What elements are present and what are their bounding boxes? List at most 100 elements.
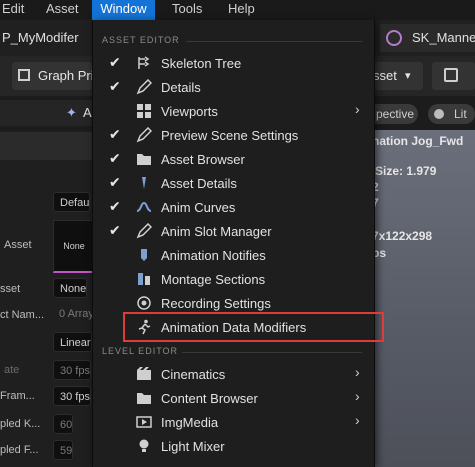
menu-item-label: ImgMedia xyxy=(161,415,219,430)
menu-item-label: Anim Slot Manager xyxy=(161,224,272,239)
save-icon xyxy=(444,68,458,82)
lit-sphere-icon xyxy=(434,109,444,119)
menu-item-cinematics[interactable]: Cinematics › xyxy=(93,362,372,386)
sampled-frames-field: 59 xyxy=(53,440,74,460)
section-divider xyxy=(182,352,362,353)
check-icon: ✔ xyxy=(109,54,121,70)
menubar: Edit Asset Window Tools Help xyxy=(0,0,475,20)
panel-tab-left[interactable]: ✦ A xyxy=(0,100,92,126)
menu-item-asset-details[interactable]: ✔ Asset Details xyxy=(93,171,372,195)
asset-thumbnail[interactable]: None xyxy=(53,220,95,273)
check-icon: ✔ xyxy=(109,174,121,190)
menu-item-label: Preview Scene Settings xyxy=(161,128,299,143)
tab-my-modifier[interactable]: P_MyModifer xyxy=(0,24,94,52)
check-icon: ✔ xyxy=(109,126,121,142)
menu-item-label: Asset Browser xyxy=(161,152,245,167)
notify-icon xyxy=(141,249,147,261)
menu-item-skeleton-tree[interactable]: ✔ Skeleton Tree xyxy=(93,51,372,75)
level-editor-section-label: LEVEL EDITOR xyxy=(102,346,179,356)
tab-sk-mannequin[interactable]: SK_Manne xyxy=(380,24,475,52)
folder-icon xyxy=(137,154,151,165)
check-icon: ✔ xyxy=(109,222,121,238)
run-icon: ✦ xyxy=(66,105,77,120)
highlight-box xyxy=(123,312,384,342)
asset-details-icon xyxy=(142,177,146,189)
array-count: 0 Array xyxy=(59,308,94,320)
size-text: Size: 1.979 xyxy=(375,164,437,178)
menu-tools[interactable]: Tools xyxy=(172,0,212,20)
menu-item-label: Details xyxy=(161,80,201,95)
menu-item-montage-sections[interactable]: Montage Sections xyxy=(93,267,372,291)
skeletal-mesh-icon xyxy=(386,30,402,46)
chevron-right-icon: › xyxy=(355,412,360,428)
section-divider xyxy=(186,41,362,42)
menu-item-label: Asset Details xyxy=(161,176,237,191)
menu-item-label: Cinematics xyxy=(161,367,226,382)
asset-editor-section-label: ASSET EDITOR xyxy=(102,35,180,45)
menu-item-details[interactable]: ✔ Details xyxy=(93,75,372,99)
menu-item-preview-scene-settings[interactable]: ✔ Preview Scene Settings xyxy=(93,123,372,147)
lit-button[interactable]: Lit xyxy=(428,104,475,124)
menu-item-label: Viewports xyxy=(161,104,218,119)
check-icon: ✔ xyxy=(109,198,121,214)
frame-rate-field[interactable]: 30 fps xyxy=(53,386,91,406)
asset-button-label: sset xyxy=(373,68,397,83)
asset-label: Asset xyxy=(4,239,32,251)
check-icon: ✔ xyxy=(109,78,121,94)
menu-item-light-mixer[interactable]: Light Mixer xyxy=(93,434,372,458)
sampled-keys-field: 60 xyxy=(53,414,74,434)
dims-text: 7x122x298 xyxy=(372,229,433,243)
curves-icon xyxy=(136,201,152,212)
menu-window[interactable]: Window xyxy=(92,0,155,20)
rate-field: 30 fps xyxy=(53,360,91,380)
chevron-down-icon: ▾ xyxy=(405,70,411,82)
object-names-label: ct Nam... xyxy=(0,309,45,321)
montage-icon xyxy=(138,273,150,285)
anim-name-text: nation Jog_Fwd xyxy=(372,134,464,148)
film-icon xyxy=(137,367,151,380)
chevron-right-icon: › xyxy=(355,364,360,380)
graph-button-label: Graph Pri xyxy=(38,68,94,83)
panel-tab-label: A xyxy=(83,105,92,120)
pencil-icon xyxy=(136,127,152,143)
menu-item-viewports[interactable]: Viewports › xyxy=(93,99,372,123)
details-header xyxy=(0,132,105,160)
check-icon: ✔ xyxy=(109,150,121,166)
lit-label: Lit xyxy=(454,107,467,121)
menu-item-label: Skeleton Tree xyxy=(161,56,242,71)
graph-icon xyxy=(18,69,30,81)
rate-label: ate xyxy=(4,364,20,376)
menu-item-imgmedia[interactable]: ImgMedia › xyxy=(93,410,372,434)
skeleton-tree-icon xyxy=(138,56,150,69)
folder-icon xyxy=(137,393,151,404)
menu-item-asset-browser[interactable]: ✔ Asset Browser xyxy=(93,147,372,171)
asset-dropdown-button[interactable]: sset ▾ xyxy=(373,62,423,90)
default-field[interactable]: Defau xyxy=(53,192,91,212)
sampled-frames-label: pled F... xyxy=(0,444,39,456)
chevron-right-icon: › xyxy=(355,101,360,117)
menu-asset[interactable]: Asset xyxy=(46,0,86,20)
menu-item-label: Montage Sections xyxy=(161,272,266,287)
sampled-keys-label: pled K... xyxy=(0,418,41,430)
menu-item-label: Content Browser xyxy=(161,391,258,406)
menu-item-label: Light Mixer xyxy=(161,439,225,454)
frame-rate-label: Fram... xyxy=(0,390,35,402)
film-icon xyxy=(136,416,152,428)
menu-item-label: Recording Settings xyxy=(161,296,271,311)
recording-icon xyxy=(137,296,151,310)
menu-edit[interactable]: Edit xyxy=(0,0,30,20)
viewport-grid-icon xyxy=(137,104,151,118)
asset-field[interactable]: None xyxy=(53,278,88,298)
menu-item-label: Animation Notifies xyxy=(161,248,266,263)
chevron-right-icon: › xyxy=(355,388,360,404)
menu-item-anim-slot-manager[interactable]: ✔ Anim Slot Manager xyxy=(93,219,372,243)
menu-item-anim-curves[interactable]: ✔ Anim Curves xyxy=(93,195,372,219)
menu-item-animation-notifies[interactable]: Animation Notifies xyxy=(93,243,372,267)
save-icon-button[interactable] xyxy=(432,62,475,90)
pencil-icon xyxy=(136,223,152,239)
interpolation-field[interactable]: Linear xyxy=(53,332,92,352)
menu-item-label: Anim Curves xyxy=(161,200,236,215)
menu-item-content-browser[interactable]: Content Browser › xyxy=(93,386,372,410)
menu-help[interactable]: Help xyxy=(228,0,268,20)
graph-button[interactable]: Graph Pri xyxy=(12,62,94,90)
